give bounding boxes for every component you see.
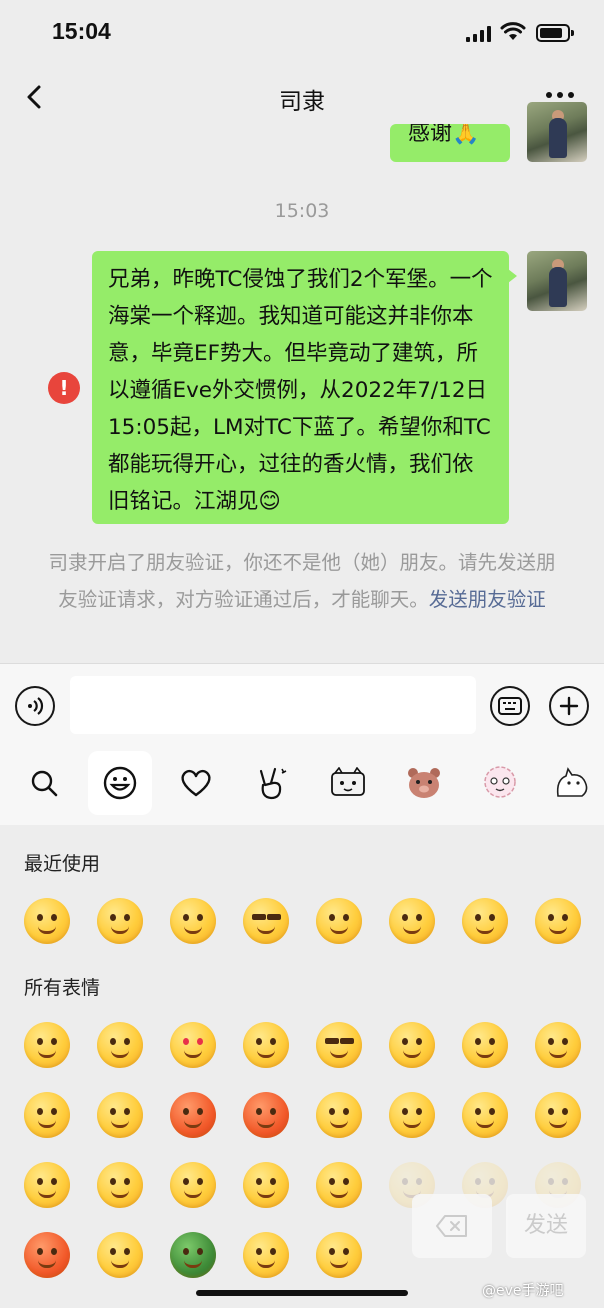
smiley-icon	[103, 766, 137, 800]
sticker-sheep-icon	[484, 766, 516, 798]
tab-sticker-pack-1[interactable]	[316, 751, 380, 815]
more-functions-button[interactable]	[549, 686, 589, 726]
status-time: 15:04	[52, 18, 111, 44]
emoji-embarrassed-icon[interactable]	[170, 1092, 216, 1138]
tab-favorites[interactable]	[164, 751, 228, 815]
emoji-sob-icon[interactable]	[316, 898, 362, 944]
battery-icon	[536, 24, 574, 42]
plus-icon	[559, 696, 579, 716]
emoji-heart-eyes-icon[interactable]	[170, 1022, 216, 1068]
send-button[interactable]: 发送	[506, 1194, 586, 1258]
voice-icon	[28, 697, 44, 715]
input-bar	[0, 663, 604, 745]
emoji-grin-icon[interactable]	[389, 1092, 435, 1138]
emoji-sleep-icon[interactable]	[24, 1092, 70, 1138]
friend-verification-link[interactable]: 发送朋友验证	[429, 588, 546, 611]
emoji-smile-icon[interactable]	[389, 898, 435, 944]
emoji-grin-icon[interactable]	[97, 898, 143, 944]
emoji-smile-icon[interactable]	[24, 898, 70, 944]
search-icon	[31, 770, 58, 797]
message-text: 感谢🙏	[408, 124, 480, 146]
tab-emoji[interactable]	[88, 751, 152, 815]
backspace-icon	[436, 1215, 467, 1237]
emoji-grin-icon[interactable]	[97, 1232, 143, 1278]
avatar[interactable]	[527, 102, 587, 162]
emoji-cry-icon[interactable]	[462, 898, 508, 944]
emoji-struggle-icon[interactable]	[243, 1232, 289, 1278]
emoji-stare-icon[interactable]	[243, 1022, 289, 1068]
heart-icon	[181, 769, 211, 797]
emoji-snicker-icon[interactable]	[170, 898, 216, 944]
emoji-cry-icon[interactable]	[389, 1022, 435, 1068]
emoji-surprised-icon[interactable]	[462, 1092, 508, 1138]
status-bar: 15:04	[0, 0, 604, 66]
emoji-scream-icon[interactable]	[24, 1232, 70, 1278]
message-bubble[interactable]: 感谢🙏	[390, 124, 510, 162]
emoji-category-tabs	[0, 745, 604, 825]
sticker-bear-icon	[408, 768, 440, 798]
emoji-smile-icon[interactable]	[24, 1022, 70, 1068]
tab-search[interactable]	[12, 751, 76, 815]
more-options-icon[interactable]	[546, 92, 574, 98]
emoji-sick-icon[interactable]	[170, 1162, 216, 1208]
victory-hand-icon	[259, 767, 287, 800]
message-input[interactable]	[70, 676, 476, 734]
emoji-tongue-icon[interactable]	[316, 1092, 362, 1138]
sticker-cat-icon	[331, 767, 365, 796]
emoji-shy-icon[interactable]	[535, 898, 581, 944]
emoji-sob-icon[interactable]	[97, 1092, 143, 1138]
avatar[interactable]	[527, 251, 587, 311]
chat-header: 司隶	[0, 66, 604, 128]
keyboard-icon	[498, 697, 522, 715]
sticker-cat2-icon	[556, 767, 588, 797]
recent-emoji-title: 最近使用	[24, 853, 101, 875]
emoji-shy-icon[interactable]	[462, 1022, 508, 1068]
emoji-snicker-icon[interactable]	[243, 1162, 289, 1208]
tab-sticker-pack-4[interactable]	[540, 751, 604, 815]
message-text: 兄弟，昨晚TC侵蚀了我们2个军堡。一个海棠一个释迦。我知道可能这并非你本意，毕竟…	[108, 267, 493, 514]
tab-sticker-pack-2[interactable]	[392, 751, 456, 815]
tab-sticker-pack-3[interactable]	[468, 751, 532, 815]
cellular-signal-icon	[466, 26, 491, 42]
chat-title: 司隶	[279, 89, 325, 115]
emoji-cool-icon[interactable]	[243, 898, 289, 944]
emoji-question-icon[interactable]	[316, 1232, 362, 1278]
delete-button[interactable]	[412, 1194, 492, 1258]
voice-input-button[interactable]	[15, 686, 55, 726]
watermark: @eve手游吧	[482, 1283, 564, 1299]
emoji-cool-icon[interactable]	[316, 1022, 362, 1068]
emoji-silent-icon[interactable]	[535, 1022, 581, 1068]
emoji-blush-icon[interactable]	[24, 1162, 70, 1208]
emoji-worried-icon[interactable]	[97, 1022, 143, 1068]
all-emoji-title: 所有表情	[24, 977, 101, 999]
emoji-laugh-icon[interactable]	[97, 1162, 143, 1208]
message-bubble[interactable]: 兄弟，昨晚TC侵蚀了我们2个军堡。一个海棠一个释迦。我知道可能这并非你本意，毕竟…	[92, 251, 517, 524]
emoji-soldier-icon[interactable]	[170, 1232, 216, 1278]
keyboard-button[interactable]	[490, 686, 530, 726]
tab-gestures[interactable]	[240, 751, 304, 815]
wifi-icon	[500, 22, 526, 40]
send-failed-icon[interactable]: !	[48, 372, 80, 404]
system-notice: 司隶开启了朋友验证，你还不是他（她）朋友。请先发送朋友验证请求，对方验证通过后，…	[44, 544, 560, 618]
emoji-sad-icon[interactable]	[535, 1092, 581, 1138]
home-indicator	[196, 1290, 408, 1296]
emoji-angry-icon[interactable]	[243, 1092, 289, 1138]
emoji-smile-icon[interactable]	[316, 1162, 362, 1208]
time-divider: 15:03	[274, 200, 330, 222]
